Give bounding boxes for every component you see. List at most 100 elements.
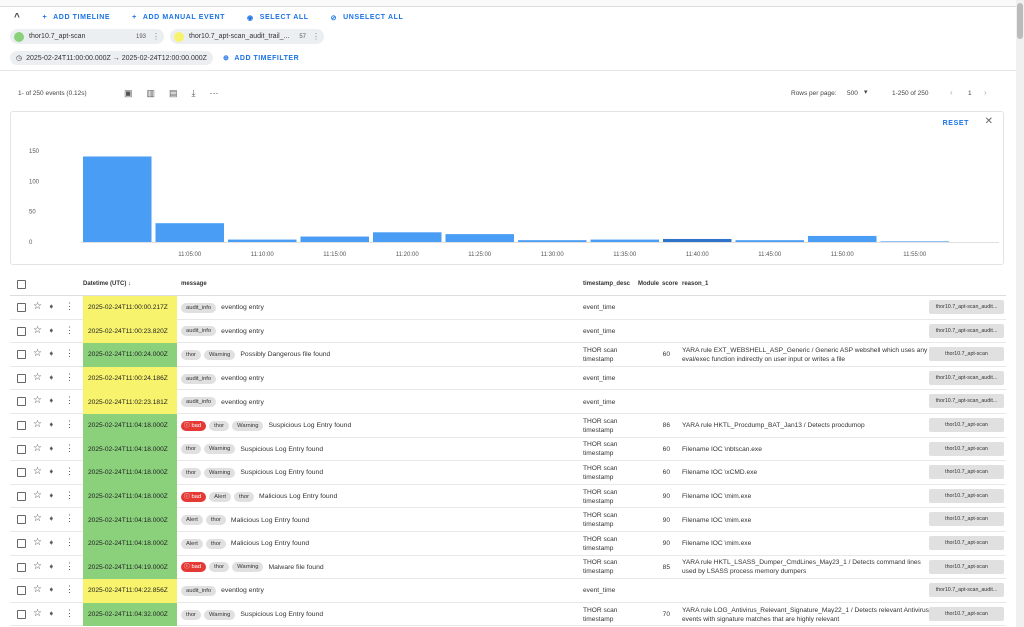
module-header[interactable]: Module	[638, 281, 659, 287]
select-all-button[interactable]: ◉ SELECT ALL	[247, 14, 309, 22]
more-vert-icon[interactable]: ⋮	[65, 372, 74, 383]
star-icon[interactable]: ☆	[33, 443, 42, 454]
timeline-name-button[interactable]: thor10.7_apt-scan	[929, 512, 1004, 527]
row-checkbox[interactable]	[17, 515, 26, 525]
datetime-cell[interactable]: 2025-02-24T11:02:23.181Z	[83, 390, 177, 414]
message-cell[interactable]: thor Warning Possibly Dangerous file found	[181, 343, 330, 367]
more-vert-icon[interactable]: ⋮	[65, 608, 74, 619]
row-checkbox[interactable]	[17, 468, 26, 478]
tag-icon[interactable]: ➧	[48, 373, 55, 382]
tag-icon[interactable]: ➧	[48, 326, 55, 335]
datetime-cell[interactable]: 2025-02-24T11:04:32.000Z	[83, 602, 177, 627]
star-icon[interactable]: ☆	[33, 372, 42, 383]
more-vert-icon[interactable]: ⋮	[65, 443, 74, 454]
histogram-bar[interactable]	[808, 235, 877, 242]
table-row[interactable]: ☆ ➧ ⋮ 2025-02-24T11:00:24.186Z audit_inf…	[10, 366, 1006, 391]
event-label[interactable]: thor	[209, 562, 230, 573]
tag-icon[interactable]: ➧	[48, 609, 55, 618]
row-checkbox[interactable]	[17, 586, 26, 596]
histogram-bar[interactable]	[445, 234, 515, 242]
page-scrollbar[interactable]	[1016, 0, 1024, 627]
star-icon[interactable]: ☆	[33, 325, 42, 336]
reason-header[interactable]: reason_1	[682, 281, 708, 287]
datetime-cell[interactable]: 2025-02-24T11:04:18.000Z	[83, 413, 177, 438]
table-row[interactable]: ☆ ➧ ⋮ 2025-02-24T11:04:19.000Z ⓘ bad thor…	[10, 555, 1006, 580]
row-checkbox[interactable]	[17, 303, 26, 312]
timeline-name-button[interactable]: thor10.7_apt-scan_audit...	[929, 583, 1004, 598]
table-row[interactable]: ☆ ➧ ⋮ 2025-02-24T11:04:22.856Z audit_inf…	[10, 579, 1006, 603]
tag-icon[interactable]: ➧	[48, 538, 55, 547]
histogram-bar[interactable]	[590, 239, 660, 242]
histogram-bar[interactable]	[518, 240, 587, 242]
message-cell[interactable]: audit_info eventlog entry	[181, 296, 264, 320]
star-icon[interactable]: ☆	[33, 513, 42, 524]
row-checkbox[interactable]	[17, 562, 26, 572]
event-label[interactable]: Warning	[232, 420, 264, 431]
more-vert-icon[interactable]: ⋮	[312, 32, 320, 41]
table-row[interactable]: ☆ ➧ ⋮ 2025-02-24T11:00:23.820Z audit_inf…	[10, 319, 1006, 344]
table-row[interactable]: ☆ ➧ ⋮ 2025-02-24T11:04:18.000Z ⓘ bad Aler…	[10, 484, 1006, 509]
message-cell[interactable]: ⓘ bad thor Warning Malware file found	[181, 556, 324, 580]
bad-label[interactable]: ⓘ bad	[181, 491, 207, 502]
timeline-name-button[interactable]: thor10.7_apt-scan	[929, 535, 1004, 550]
histogram-bar[interactable]	[735, 240, 805, 242]
tag-icon[interactable]: ➧	[48, 444, 55, 453]
more-vert-icon[interactable]: ⋮	[152, 32, 160, 41]
tag-icon[interactable]: ➧	[48, 349, 55, 358]
datetime-cell[interactable]: 2025-02-24T11:04:22.856Z	[83, 579, 177, 603]
tag-icon[interactable]: ➧	[48, 562, 55, 571]
datetime-cell[interactable]: 2025-02-24T11:04:18.000Z	[83, 531, 177, 556]
event-label[interactable]: audit_info	[181, 373, 217, 384]
more-vert-icon[interactable]: ⋮	[65, 325, 74, 336]
histogram-bar[interactable]	[83, 156, 152, 242]
scrollbar-thumb[interactable]	[1017, 3, 1023, 39]
timeline-name-button[interactable]: thor10.7_apt-scan_audit...	[929, 370, 1004, 385]
table-row[interactable]: ☆ ➧ ⋮ 2025-02-24T11:04:18.000Z Alert thor…	[10, 508, 1006, 532]
event-label[interactable]: audit_info	[181, 397, 217, 408]
star-icon[interactable]: ☆	[33, 561, 42, 572]
bar-chart-icon[interactable]: ▥	[147, 88, 156, 99]
star-icon[interactable]: ☆	[33, 537, 42, 548]
event-label[interactable]: thor	[209, 420, 230, 431]
event-label[interactable]: thor	[181, 609, 201, 620]
datetime-cell[interactable]: 2025-02-24T11:00:00.217Z	[83, 296, 177, 320]
table-row[interactable]: ☆ ➧ ⋮ 2025-02-24T11:02:23.181Z audit_inf…	[10, 390, 1006, 414]
row-checkbox[interactable]	[17, 491, 26, 501]
star-icon[interactable]: ☆	[33, 348, 42, 359]
add-timeline-button[interactable]: + ADD TIMELINE	[42, 14, 110, 21]
row-checkbox[interactable]	[17, 444, 26, 454]
tag-icon[interactable]: ➧	[48, 585, 55, 594]
event-label[interactable]: audit_info	[181, 302, 217, 313]
row-checkbox[interactable]	[17, 373, 26, 383]
table-row[interactable]: ☆ ➧ ⋮ 2025-02-24T11:04:18.000Z ⓘ bad thor…	[10, 413, 1006, 438]
timeline-chip-apt-scan[interactable]: thor10.7_apt-scan 193 ⋮	[10, 29, 164, 44]
tag-icon[interactable]: ➧	[48, 491, 55, 500]
unselect-all-button[interactable]: ⊘ UNSELECT ALL	[331, 14, 404, 22]
histogram-bar[interactable]	[228, 239, 297, 242]
message-cell[interactable]: audit_info eventlog entry	[181, 579, 264, 603]
timeline-name-button[interactable]: thor10.7_apt-scan_audit...	[929, 300, 1004, 314]
message-cell[interactable]: thor Warning Suspicious Log Entry found	[181, 603, 323, 627]
star-icon[interactable]: ☆	[33, 395, 42, 406]
row-checkbox[interactable]	[17, 538, 26, 548]
histogram-bar[interactable]	[155, 223, 225, 242]
histogram-bar[interactable]	[663, 238, 732, 242]
bad-label[interactable]: ⓘ bad	[181, 420, 207, 431]
event-label[interactable]: Warning	[204, 444, 236, 455]
more-vert-icon[interactable]: ⋮	[65, 490, 74, 501]
more-vert-icon[interactable]: ⋮	[65, 419, 74, 430]
datetime-cell[interactable]: 2025-02-24T11:00:24.000Z	[83, 343, 177, 367]
star-icon[interactable]: ☆	[33, 584, 42, 595]
tag-icon[interactable]: ➧	[48, 467, 55, 476]
message-cell[interactable]: audit_info eventlog entry	[181, 390, 264, 414]
timeline-name-button[interactable]: thor10.7_apt-scan	[929, 441, 1004, 456]
tag-icon[interactable]: ➧	[48, 302, 55, 311]
timeline-name-button[interactable]: thor10.7_apt-scan	[929, 488, 1004, 503]
table-row[interactable]: ☆ ➧ ⋮ 2025-02-24T11:04:32.000Z thor Warni…	[10, 602, 1006, 627]
more-vert-icon[interactable]: ⋮	[65, 395, 74, 406]
timeline-name-button[interactable]: thor10.7_apt-scan	[929, 465, 1004, 480]
add-timefilter-button[interactable]: ⊕ ADD TIMEFILTER	[223, 54, 299, 63]
star-icon[interactable]: ☆	[33, 490, 42, 501]
datetime-cell[interactable]: 2025-02-24T11:04:18.000Z	[83, 484, 177, 509]
event-label[interactable]: Warning	[204, 349, 236, 360]
